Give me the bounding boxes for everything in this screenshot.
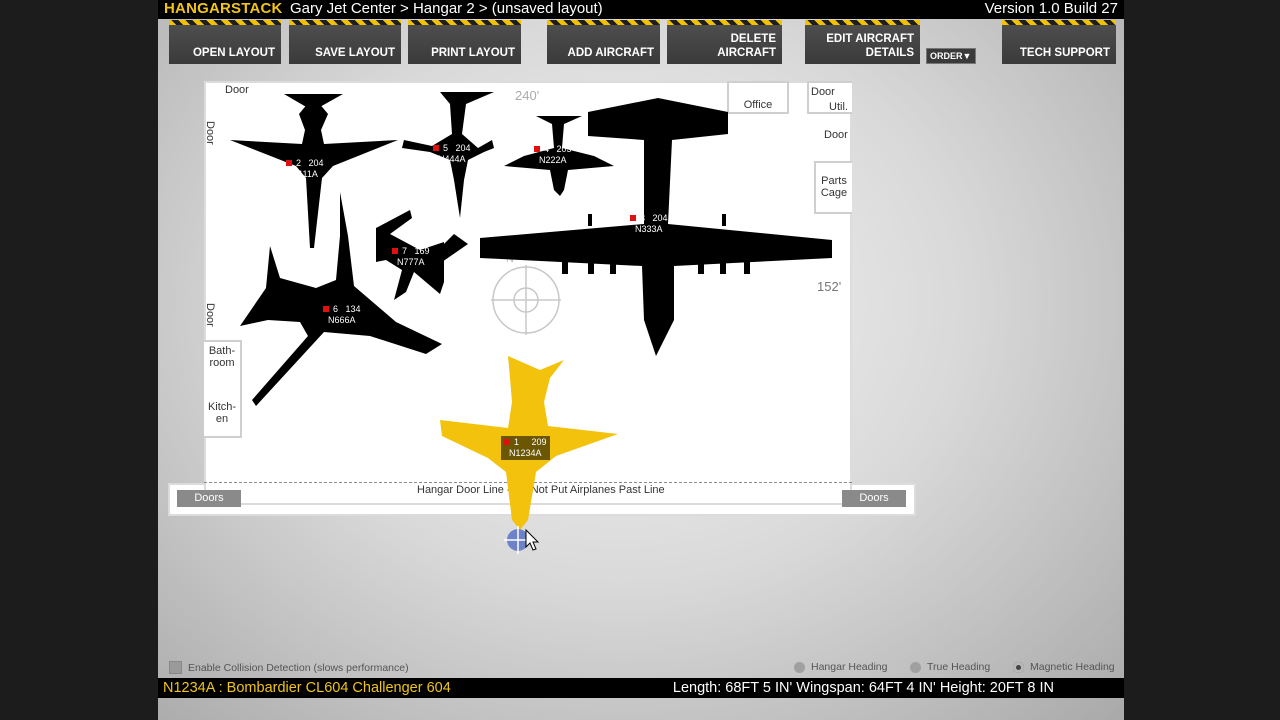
hangarstack-app: HANGARSTACK Gary Jet Center > Hangar 2 >… (158, 0, 1124, 720)
tag-marker-icon (323, 306, 329, 312)
true-heading-radio[interactable] (910, 661, 921, 673)
aircraft-n666a[interactable] (240, 192, 442, 406)
compass-rose-icon: N (491, 253, 561, 335)
aircraft-tag-n444a: 5 204 N444A (433, 143, 471, 165)
aircraft-tag-n222a: 4 205 N222A (534, 144, 572, 166)
aircraft-layer: N (230, 92, 832, 554)
move-cursor-icon (504, 526, 540, 554)
tag-marker-icon (630, 215, 636, 221)
collision-detection-option[interactable]: Enable Collision Detection (slows perfor… (169, 661, 409, 674)
aircraft-tag-n666a: 6 134 N666A (323, 304, 361, 326)
tag-marker-icon (433, 145, 439, 151)
status-bar: N1234A : Bombardier CL604 Challenger 604… (158, 678, 1124, 698)
hangar-heading-radio[interactable] (794, 661, 805, 673)
collision-detection-checkbox[interactable] (169, 661, 182, 674)
aircraft-tag-n111a: 2 204 N111A (286, 158, 324, 180)
magnetic-heading-option[interactable]: Magnetic Heading (1013, 661, 1115, 673)
tag-marker-icon (392, 248, 398, 254)
tag-marker-icon (504, 439, 510, 445)
tag-marker-icon (534, 146, 540, 152)
tag-marker-icon (286, 160, 292, 166)
selected-aircraft-label: N1234A : Bombardier CL604 Challenger 604 (163, 680, 451, 696)
magnetic-heading-radio[interactable] (1013, 661, 1024, 673)
aircraft-tag-n777a: 7 169 N777A (392, 246, 430, 268)
aircraft-tag-n333a: 3 204 N333A (630, 213, 668, 235)
aircraft-dimensions-label: Length: 68FT 5 IN' Wingspan: 64FT 4 IN' … (672, 680, 1054, 696)
aircraft-tag-n1234a: 1 209 N1234A (501, 436, 550, 460)
true-heading-option[interactable]: True Heading (910, 661, 990, 673)
hangar-heading-option[interactable]: Hangar Heading (794, 661, 887, 673)
